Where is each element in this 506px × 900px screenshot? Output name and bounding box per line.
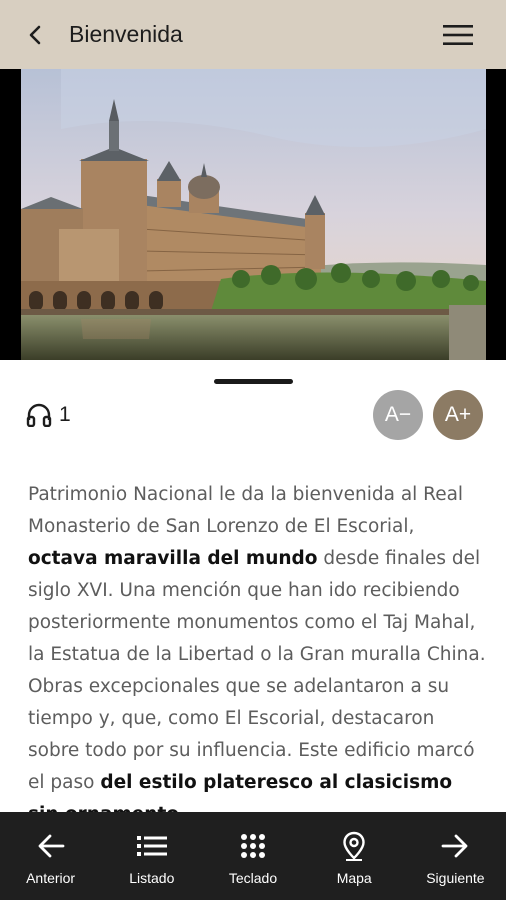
nav-keypad[interactable]: Teclado (202, 812, 303, 900)
bold-highlight: octava maravilla del mundo (28, 548, 318, 569)
list-icon (136, 836, 167, 856)
increase-font-button[interactable]: A+ (433, 390, 483, 440)
keypad-icon (241, 834, 265, 858)
menu-button[interactable] (438, 19, 478, 51)
text-segment: Patrimonio Nacional le da la bienvenida … (28, 484, 464, 537)
nav-list[interactable]: Listado (101, 812, 202, 900)
article-paragraph: Patrimonio Nacional le da la bienvenida … (28, 479, 488, 813)
nav-list-label: Listado (129, 870, 175, 886)
nav-previous[interactable]: Anterior (0, 812, 101, 900)
arrow-left-icon (38, 834, 64, 858)
nav-previous-label: Anterior (26, 870, 76, 886)
nav-map-label: Mapa (336, 870, 372, 886)
nav-keypad-label: Teclado (228, 870, 278, 886)
arrow-right-icon (442, 834, 468, 858)
map-pin-icon (343, 831, 365, 861)
text-segment: desde finales del siglo XVI. Una mención… (28, 548, 486, 793)
decrease-font-button[interactable]: A− (373, 390, 423, 440)
hero-image (0, 69, 506, 360)
chevron-left-icon (29, 25, 41, 45)
nav-next[interactable]: Siguiente (405, 812, 506, 900)
top-app-bar: Bienvenida (0, 0, 506, 69)
nav-next-label: Siguiente (426, 870, 485, 886)
monastery-photo (21, 69, 486, 360)
article-text: Patrimonio Nacional le da la bienvenida … (28, 479, 488, 813)
headphones-icon (26, 403, 52, 427)
sheet-drag-handle[interactable] (214, 379, 293, 384)
back-button[interactable] (20, 18, 50, 52)
audio-track-number: 1 (59, 403, 71, 426)
nav-map[interactable]: Mapa (304, 812, 405, 900)
bottom-navigation: Anterior Listado Teclado Mapa Siguiente (0, 812, 506, 900)
hamburger-menu-icon (443, 25, 473, 45)
page-title: Bienvenida (69, 21, 183, 47)
audio-track-indicator[interactable]: 1 (26, 402, 71, 428)
